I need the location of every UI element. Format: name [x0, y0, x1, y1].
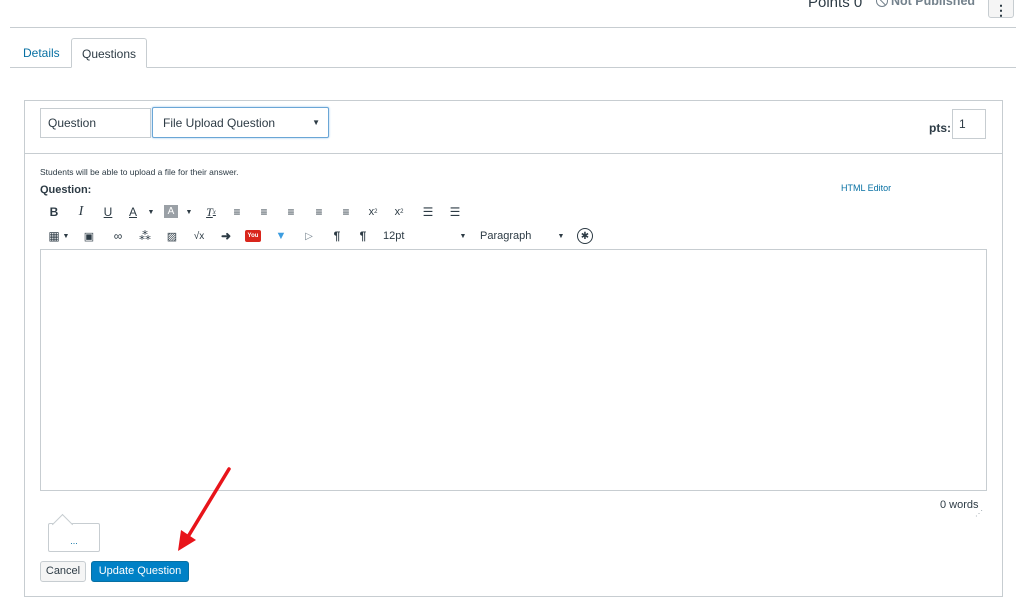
tab-details[interactable]: Details	[11, 38, 72, 68]
question-help-text: Students will be able to upload a file f…	[40, 167, 239, 177]
numbered-list-icon[interactable]: ☰	[447, 203, 463, 221]
align-right-icon[interactable]: ≡	[283, 203, 299, 221]
font-size-select[interactable]: 12pt	[383, 227, 413, 245]
points-input[interactable]: 1	[952, 109, 986, 139]
question-type-value: File Upload Question	[163, 116, 276, 130]
align-center-icon[interactable]: ≡	[256, 203, 272, 221]
block-format-select[interactable]: Paragraph	[480, 227, 550, 245]
tabs-divider	[10, 67, 1016, 68]
align-left-icon[interactable]: ≡	[229, 203, 245, 221]
word-count: 0 words	[940, 499, 979, 511]
unpublished-icon	[876, 0, 888, 7]
points-label: Points	[808, 0, 850, 11]
link-icon[interactable]: ∞	[110, 227, 126, 245]
unlink-icon[interactable]: ⁂	[137, 227, 153, 245]
chevron-down-icon[interactable]: ▼	[184, 203, 194, 221]
question-name-input[interactable]: Question	[40, 108, 151, 138]
indent-icon[interactable]: ≡	[338, 203, 354, 221]
rtl-icon[interactable]: ¶	[355, 227, 371, 245]
tab-questions[interactable]: Questions	[71, 38, 147, 68]
chevron-down-icon[interactable]: ▼	[556, 227, 566, 245]
bold-icon[interactable]: B	[47, 203, 61, 221]
select-caret-icon: ▼	[312, 118, 320, 127]
background-color-icon[interactable]: A	[164, 205, 178, 218]
subscript-icon[interactable]: x2	[391, 203, 407, 221]
chevron-down-icon[interactable]: ▼	[62, 227, 70, 245]
points-value: 0	[853, 0, 863, 11]
video-icon[interactable]: ▷	[301, 227, 317, 245]
image-icon[interactable]: ▨	[164, 227, 180, 245]
question-editor-panel: Question File Upload Question ▼ pts: 1 S…	[24, 100, 1003, 597]
cancel-button[interactable]: Cancel	[40, 561, 86, 582]
publish-status[interactable]: Not Published	[876, 0, 975, 8]
youtube-icon[interactable]: You	[245, 230, 261, 242]
superscript-icon[interactable]: x2	[365, 203, 381, 221]
header-divider	[10, 27, 1016, 28]
question-type-select[interactable]: File Upload Question ▼	[152, 107, 329, 138]
answer-comments-callout[interactable]: ...	[48, 523, 100, 552]
bullet-list-icon[interactable]: ☰	[420, 203, 436, 221]
equation-icon[interactable]: √x	[190, 227, 208, 245]
clear-formatting-icon[interactable]: Tx	[203, 203, 219, 221]
question-label: Question:	[40, 184, 92, 196]
lti-tool-icon[interactable]: ➜	[218, 227, 234, 245]
settings-kebab-button[interactable]: ⋮	[988, 0, 1014, 18]
media-icon[interactable]: ▣	[81, 227, 97, 245]
callout-text: ...	[70, 536, 78, 546]
kebab-icon: ⋮	[994, 2, 1008, 18]
rich-content-editor[interactable]	[40, 249, 987, 491]
accessibility-checker-icon[interactable]: ✱	[577, 228, 593, 244]
underline-icon[interactable]: U	[101, 203, 115, 221]
text-color-icon[interactable]: A	[126, 203, 140, 221]
chevron-down-icon[interactable]: ▼	[146, 203, 156, 221]
pts-label: pts:	[929, 121, 951, 135]
italic-icon[interactable]: I	[74, 203, 88, 221]
outdent-icon[interactable]: ≡	[311, 203, 327, 221]
ltr-icon[interactable]: ¶	[329, 227, 345, 245]
points-display: Points 0	[808, 0, 862, 11]
vimeo-icon[interactable]: ▼	[273, 227, 289, 245]
chevron-down-icon[interactable]: ▼	[458, 227, 468, 245]
resize-handle-icon[interactable]: ⋰	[975, 509, 983, 518]
table-icon[interactable]: ▦	[46, 227, 62, 245]
update-question-button[interactable]: Update Question	[91, 561, 189, 582]
question-header: Question File Upload Question ▼ pts: 1	[25, 101, 1002, 154]
publish-status-label: Not Published	[891, 0, 976, 8]
html-editor-link[interactable]: HTML Editor	[841, 183, 891, 193]
